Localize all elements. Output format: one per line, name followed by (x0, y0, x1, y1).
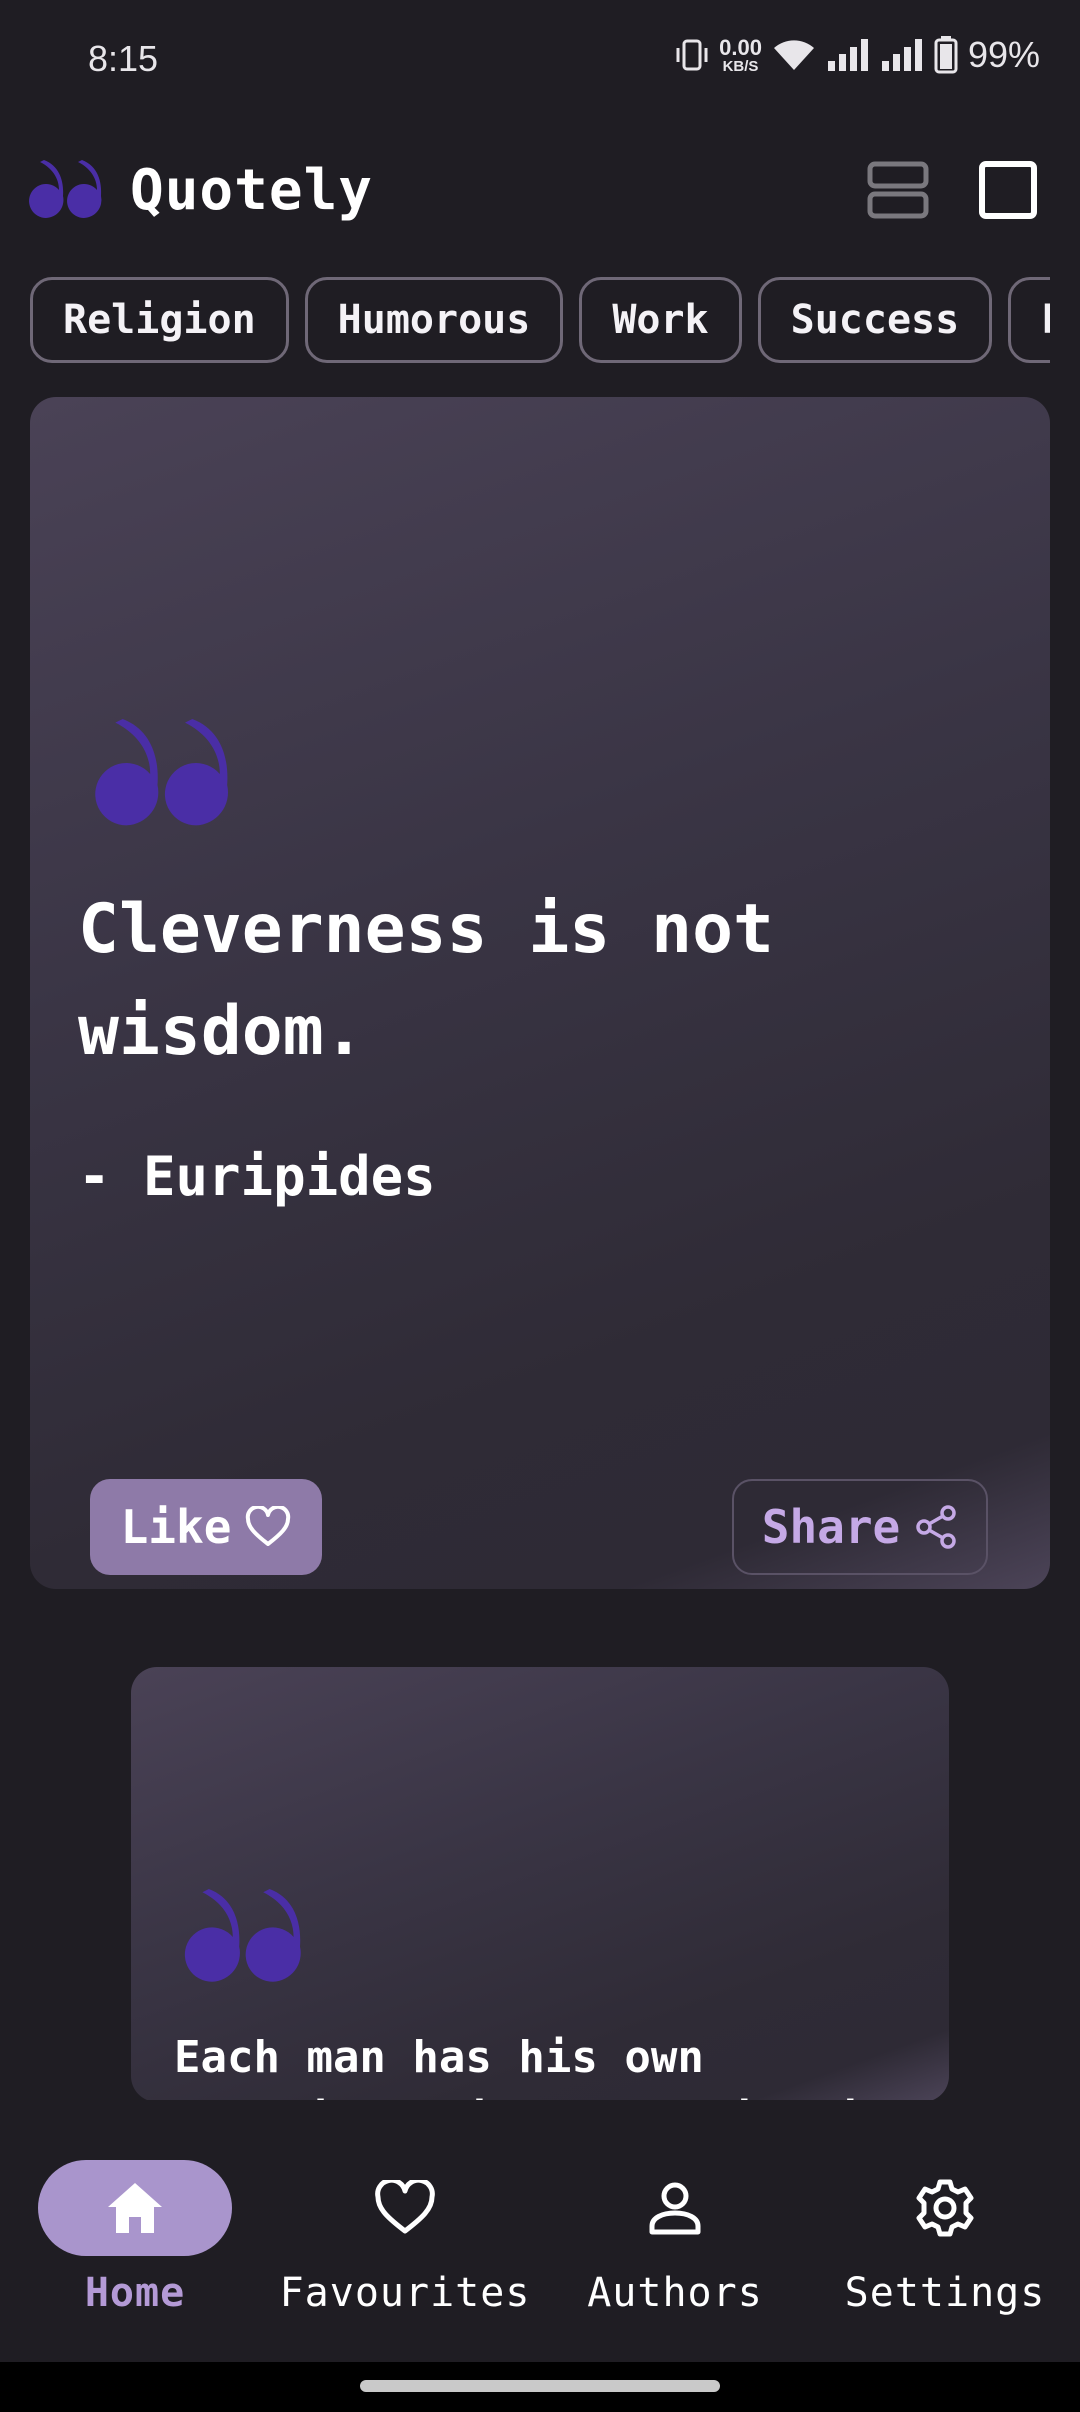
quote-text: Cleverness is not wisdom. (78, 890, 774, 1071)
person-icon (649, 2182, 701, 2235)
app-title: Quotely (130, 158, 374, 223)
nav-label-settings: Settings (844, 2270, 1046, 2316)
home-icon (108, 2183, 162, 2233)
nav-indicator (38, 2160, 232, 2256)
layout-list-button[interactable] (866, 160, 930, 220)
category-chip[interactable]: Religion (30, 277, 289, 363)
nav-label-authors: Authors (587, 2270, 763, 2316)
category-chips: ReligionHumorousWorkSuccessFr (30, 277, 1050, 369)
layout-single-button[interactable] (978, 160, 1038, 220)
battery-icon (934, 36, 958, 74)
category-chip[interactable]: Success (757, 277, 993, 363)
quote-mark-icon (184, 1889, 301, 1982)
vibrate-icon (676, 39, 708, 71)
share-icon (916, 1505, 956, 1549)
bottom-nav: Home Favourites Authors Settings (0, 2100, 1080, 2362)
nav-item-favourites[interactable]: Favourites (270, 2160, 540, 2360)
app-bar: Quotely (0, 140, 1080, 240)
status-time: 8:15 (88, 38, 159, 79)
nav-label-home: Home (84, 2270, 186, 2316)
nav-item-authors[interactable]: Authors (540, 2160, 810, 2360)
status-bar: 8:15 0.00 KB/S 99% (0, 0, 1080, 120)
like-label: Like (120, 1500, 232, 1554)
nav-label-favourites: Favourites (279, 2270, 531, 2316)
quote-mark-icon (29, 160, 102, 218)
category-chip[interactable]: Work (579, 277, 742, 363)
signal-icon-2 (881, 39, 922, 71)
home-indicator[interactable] (360, 2380, 720, 2392)
signal-icon (827, 39, 868, 71)
layout-single-icon (979, 161, 1037, 219)
quote-card: Cleverness is not wisdom. - Euripides Li… (30, 397, 1050, 1589)
category-chip[interactable]: Fr (1008, 277, 1050, 363)
quote-card: Each man has his own vocation; his talen… (131, 1667, 949, 2102)
status-icons: 0.00 KB/S 99% (675, 34, 1040, 76)
share-button[interactable]: Share (732, 1479, 988, 1575)
quote-mark-icon (95, 719, 228, 826)
category-chip[interactable]: Humorous (304, 277, 564, 363)
heart-icon (246, 1506, 291, 1546)
nav-item-home[interactable]: Home (0, 2160, 270, 2360)
nav-item-settings[interactable]: Settings (810, 2160, 1080, 2360)
quote-author: - Euripides (78, 1145, 436, 1208)
wifi-icon (773, 40, 814, 70)
heart-icon (375, 2180, 435, 2234)
layout-list-icon (867, 161, 929, 219)
share-label: Share (761, 1500, 901, 1554)
quote-text: Each man has his own vocation; his talen… (174, 2032, 889, 2102)
battery-percent: 99% (967, 34, 1040, 75)
gesture-bar (0, 2362, 1080, 2412)
gear-icon (916, 2179, 974, 2237)
like-button[interactable]: Like (90, 1479, 322, 1575)
net-speed: 0.00 KB/S (719, 34, 762, 75)
